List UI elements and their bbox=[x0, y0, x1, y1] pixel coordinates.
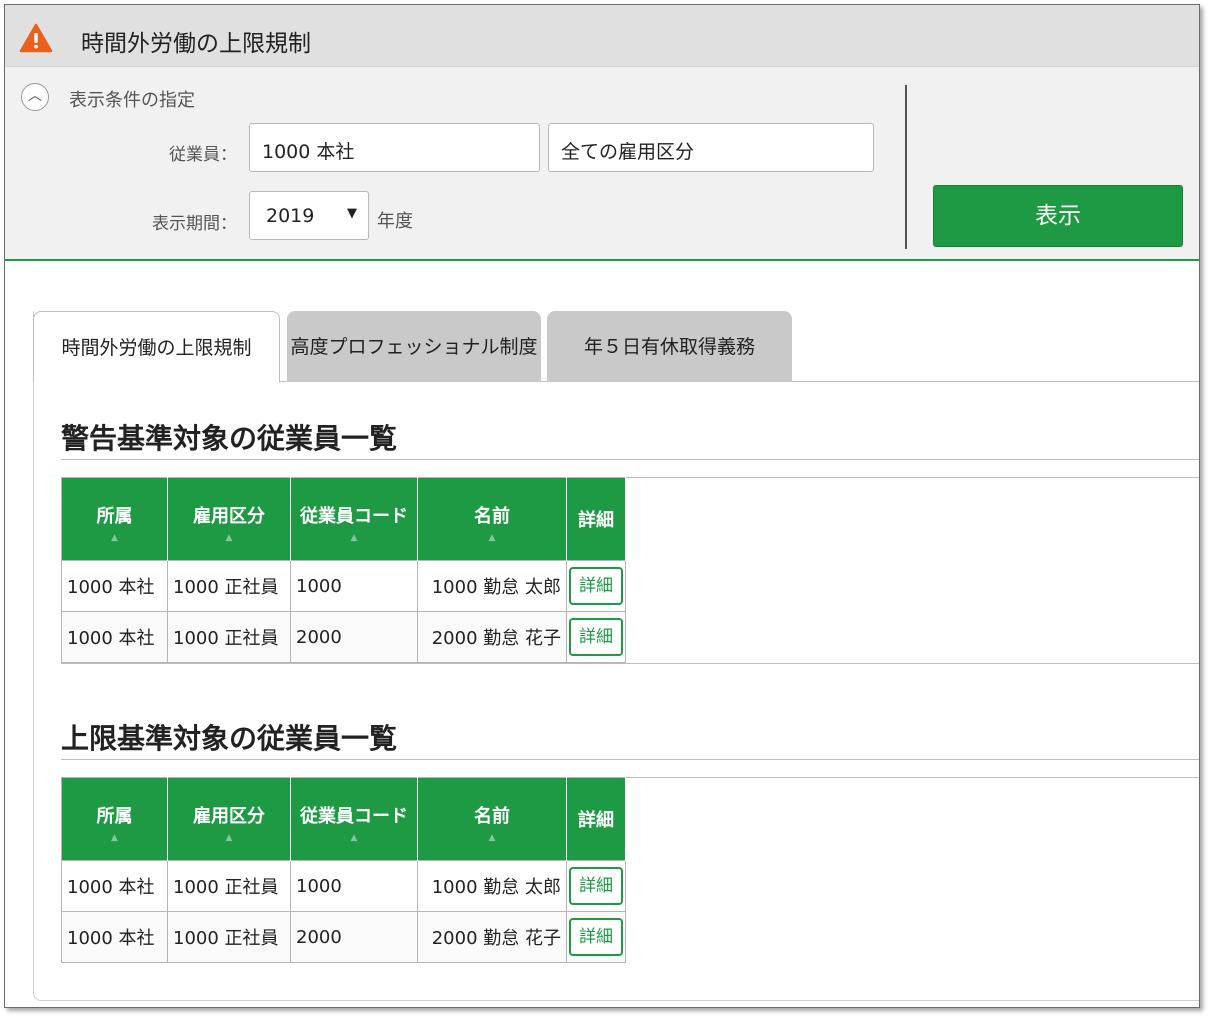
cell-detail: 詳細 bbox=[566, 911, 626, 963]
cell-detail: 詳細 bbox=[566, 560, 626, 612]
condition-panel: ︿ 表示条件の指定 従業員： 1000 本社 全ての雇用区分 表示期間： 201… bbox=[5, 67, 1199, 261]
column-header-label: 従業員コード bbox=[300, 506, 408, 527]
app-window: 時間外労働の上限規制 ︿ 表示条件の指定 従業員： 1000 本社 全ての雇用区… bbox=[4, 4, 1200, 1008]
table-bottom-rule bbox=[61, 663, 1199, 664]
collapse-toggle-button[interactable]: ︿ bbox=[21, 83, 49, 111]
cell-class: 1000 正社員 bbox=[167, 860, 291, 912]
sort-up-icon: ▲ bbox=[225, 833, 233, 843]
table-header-row: 所属 ▲ 雇用区分 ▲ 従業員コード ▲ 名前 ▲ 詳細 bbox=[61, 477, 626, 561]
year-unit-label: 年度 bbox=[377, 211, 413, 232]
cell-name: 1000 勤怠 太郎 bbox=[417, 560, 567, 612]
panel-divider bbox=[905, 85, 907, 249]
chevron-up-icon: ︿ bbox=[28, 88, 42, 104]
cell-dept: 1000 本社 bbox=[61, 611, 168, 663]
table-header-row: 所属 ▲ 雇用区分 ▲ 従業員コード ▲ 名前 ▲ 詳細 bbox=[61, 777, 626, 861]
column-header-detail: 詳細 bbox=[566, 777, 626, 861]
detail-button[interactable]: 詳細 bbox=[569, 918, 623, 956]
table-row: 1000 本社 1000 正社員 1000 1000 勤怠 太郎 詳細 bbox=[61, 860, 626, 912]
sort-up-icon: ▲ bbox=[111, 533, 118, 543]
cell-class: 1000 正社員 bbox=[167, 611, 291, 663]
sort-up-icon: ▲ bbox=[488, 833, 496, 843]
limit-employee-table: 所属 ▲ 雇用区分 ▲ 従業員コード ▲ 名前 ▲ 詳細 1000 本社 1000 正社… bbox=[61, 777, 626, 963]
table-row: 1000 本社 1000 正社員 1000 1000 勤怠 太郎 詳細 bbox=[61, 560, 626, 612]
cell-name: 2000 勤怠 花子 bbox=[417, 911, 567, 963]
cell-name: 1000 勤怠 太郎 bbox=[417, 860, 567, 912]
cell-name: 2000 勤怠 花子 bbox=[417, 611, 567, 663]
column-header-class[interactable]: 雇用区分 ▲ bbox=[167, 477, 291, 561]
column-header-label: 雇用区分 bbox=[193, 506, 265, 527]
column-header-label: 名前 bbox=[474, 506, 510, 527]
employee-field[interactable]: 1000 本社 bbox=[249, 123, 540, 172]
column-header-dept[interactable]: 所属 ▲ bbox=[61, 777, 168, 861]
cell-dept: 1000 本社 bbox=[61, 560, 168, 612]
cell-code: 1000 bbox=[290, 860, 418, 912]
column-header-label: 従業員コード bbox=[300, 806, 408, 827]
tab-overtime-limit[interactable]: 時間外労働の上限規制 bbox=[33, 311, 280, 383]
cell-code: 2000 bbox=[290, 611, 418, 663]
column-header-label: 所属 bbox=[96, 806, 133, 827]
table-row: 1000 本社 1000 正社員 2000 2000 勤怠 花子 詳細 bbox=[61, 611, 626, 663]
column-header-class[interactable]: 雇用区分 ▲ bbox=[167, 777, 291, 861]
section-divider bbox=[61, 459, 1199, 460]
year-select[interactable]: 2019 ▼ bbox=[249, 191, 369, 240]
warning-employee-table: 所属 ▲ 雇用区分 ▲ 従業員コード ▲ 名前 ▲ 詳細 1000 本社 1000 正社… bbox=[61, 477, 626, 663]
column-header-code[interactable]: 従業員コード ▲ bbox=[290, 777, 418, 861]
detail-button[interactable]: 詳細 bbox=[569, 618, 623, 656]
cell-detail: 詳細 bbox=[566, 611, 626, 663]
column-header-label: 名前 bbox=[474, 806, 510, 827]
caret-down-icon: ▼ bbox=[347, 206, 357, 221]
cell-code: 2000 bbox=[290, 911, 418, 963]
year-value: 2019 bbox=[266, 205, 315, 227]
condition-caption: 表示条件の指定 bbox=[69, 90, 195, 111]
cell-class: 1000 正社員 bbox=[167, 560, 291, 612]
sort-up-icon: ▲ bbox=[111, 833, 118, 843]
column-header-code[interactable]: 従業員コード ▲ bbox=[290, 477, 418, 561]
column-header-name[interactable]: 名前 ▲ bbox=[417, 477, 567, 561]
column-header-dept[interactable]: 所属 ▲ bbox=[61, 477, 168, 561]
column-header-name[interactable]: 名前 ▲ bbox=[417, 777, 567, 861]
warning-list-title: 警告基準対象の従業員一覧 bbox=[61, 422, 398, 455]
warning-icon bbox=[19, 23, 53, 53]
section-divider bbox=[61, 759, 1199, 760]
cell-class: 1000 正社員 bbox=[167, 911, 291, 963]
page-title: 時間外労働の上限規制 bbox=[81, 31, 311, 57]
employment-class-field[interactable]: 全ての雇用区分 bbox=[548, 123, 874, 172]
column-header-detail: 詳細 bbox=[566, 477, 626, 561]
cell-dept: 1000 本社 bbox=[61, 860, 168, 912]
detail-button[interactable]: 詳細 bbox=[569, 867, 623, 905]
tab-high-professional[interactable]: 高度プロフェッショナル制度 bbox=[287, 311, 541, 382]
sort-up-icon: ▲ bbox=[488, 533, 496, 543]
detail-button[interactable]: 詳細 bbox=[569, 567, 623, 605]
sort-up-icon: ▲ bbox=[350, 833, 358, 843]
employee-label: 従業員： bbox=[169, 145, 237, 165]
period-label: 表示期間： bbox=[152, 214, 237, 234]
sort-up-icon: ▲ bbox=[225, 533, 233, 543]
table-row: 1000 本社 1000 正社員 2000 2000 勤怠 花子 詳細 bbox=[61, 911, 626, 963]
cell-detail: 詳細 bbox=[566, 860, 626, 912]
tab-paid-leave-obligation[interactable]: 年５日有休取得義務 bbox=[547, 311, 792, 382]
cell-dept: 1000 本社 bbox=[61, 911, 168, 963]
limit-list-title: 上限基準対象の従業員一覧 bbox=[61, 722, 398, 755]
sort-up-icon: ▲ bbox=[350, 533, 358, 543]
column-header-label: 所属 bbox=[96, 506, 133, 527]
cell-code: 1000 bbox=[290, 560, 418, 612]
column-header-label: 雇用区分 bbox=[193, 806, 265, 827]
title-bar: 時間外労働の上限規制 bbox=[5, 5, 1199, 67]
show-button[interactable]: 表示 bbox=[933, 185, 1183, 247]
